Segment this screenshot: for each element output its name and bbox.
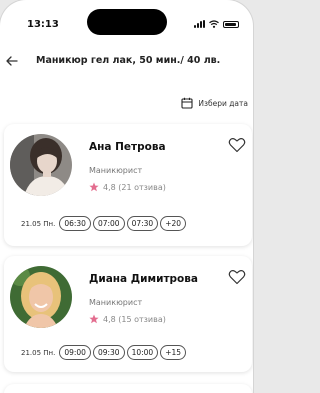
time-slot-button[interactable]: 06:30 [59, 216, 91, 231]
back-arrow-icon[interactable] [5, 54, 19, 68]
specialist-role: Маникюрист [89, 298, 143, 307]
signal-icon [194, 20, 205, 28]
slot-day: 21.05 Пн. [21, 348, 56, 357]
favorite-heart-icon[interactable] [228, 269, 246, 285]
choose-date-label: Избери дата [198, 98, 248, 108]
star-icon [89, 314, 99, 324]
specialist-card[interactable]: Ана Петрова Маникюрист 4,8 (21 отзива) 2… [4, 124, 252, 246]
specialist-card[interactable]: Диана Димитрова Маникюрист 4,8 (15 отзив… [4, 256, 252, 372]
more-slots-button[interactable]: +20 [160, 216, 187, 231]
battery-icon [223, 20, 239, 28]
calendar-icon [181, 97, 193, 109]
star-icon [89, 182, 99, 192]
phone-screen: 13:13 Маникюр гел лак, 50 мин./ 40 лв. И… [0, 0, 253, 393]
status-bar: 13:13 [0, 0, 253, 40]
specialist-name: Ана Петрова [89, 141, 166, 153]
avatar [10, 134, 72, 196]
favorite-heart-icon[interactable] [228, 137, 246, 153]
time-slot-button[interactable]: 07:30 [126, 216, 159, 231]
time-slots: 21.05 Пн. 06:30 07:00 07:30 +20 [21, 216, 187, 231]
rating-text: 4,8 (21 отзива) [103, 182, 166, 192]
time-slot-button[interactable]: 09:30 [92, 345, 125, 360]
time-slot-button[interactable]: 07:00 [92, 216, 125, 231]
status-time: 13:13 [27, 19, 59, 30]
rating-text: 4,8 (15 отзива) [103, 314, 166, 324]
time-slots: 21.05 Пн. 09:00 09:30 10:00 +15 [21, 345, 187, 360]
rating: 4,8 (15 отзива) [89, 314, 166, 324]
specialist-name: Диана Димитрова [89, 273, 198, 285]
avatar [10, 266, 72, 328]
page-title: Маникюр гел лак, 50 мин./ 40 лв. [36, 55, 221, 66]
rating: 4,8 (21 отзива) [89, 182, 166, 192]
time-slot-button[interactable]: 09:00 [59, 345, 91, 360]
dynamic-island [87, 9, 167, 35]
specialist-role: Маникюрист [89, 166, 143, 175]
wifi-icon [209, 20, 219, 28]
specialist-card-partial [4, 384, 252, 393]
choose-date-button[interactable]: Избери дата [181, 97, 248, 109]
status-icons [194, 19, 239, 29]
time-slot-button[interactable]: 10:00 [126, 345, 159, 360]
header: Маникюр гел лак, 50 мин./ 40 лв. [0, 50, 253, 74]
more-slots-button[interactable]: +15 [160, 345, 187, 360]
slot-day: 21.05 Пн. [21, 219, 56, 228]
